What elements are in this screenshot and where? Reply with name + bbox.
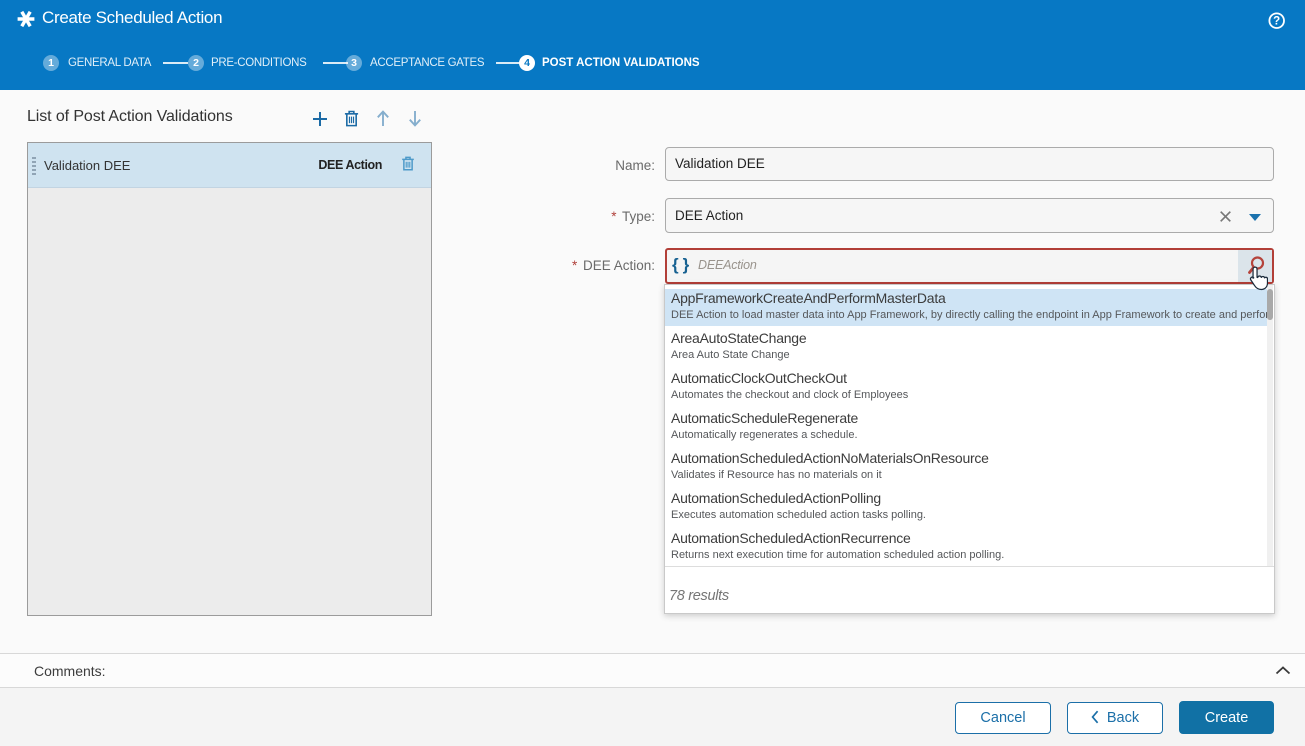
svg-text:?: ? xyxy=(1273,16,1280,28)
